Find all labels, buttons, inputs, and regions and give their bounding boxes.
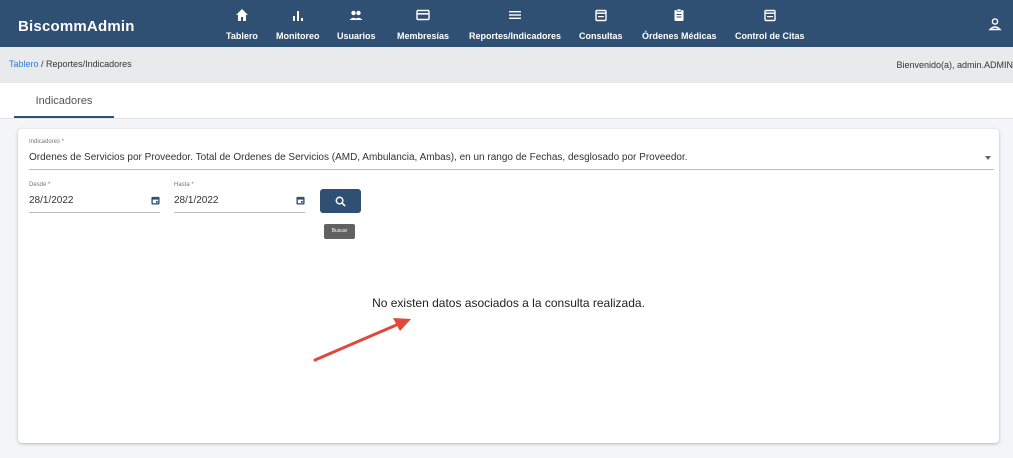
nav-item-monitoreo[interactable]: Monitoreo: [276, 3, 320, 45]
report-card: Indicadores * Órdenes de Servicios por P…: [18, 129, 999, 443]
nav-item-tablero[interactable]: Tablero: [226, 3, 258, 45]
search-tooltip: Buscar: [324, 224, 355, 239]
nav-label: Usuarios: [337, 31, 376, 41]
breadcrumb-separator: /: [38, 59, 47, 69]
breadcrumb-current: Reportes/Indicadores: [46, 59, 132, 69]
hasta-date-field[interactable]: 28/1/2022: [174, 195, 305, 213]
nav-label: Consultas: [579, 31, 623, 41]
indicator-select[interactable]: Órdenes de Servicios por Proveedor. Tota…: [29, 152, 994, 170]
indicator-label: Indicadores *: [29, 139, 65, 145]
home-icon: [235, 9, 248, 21]
nav-label: Control de Citas: [735, 31, 805, 41]
tab-bar: Indicadores: [0, 83, 1013, 119]
nav-item-consultas[interactable]: Consultas: [579, 3, 623, 45]
calendar-icon[interactable]: [151, 196, 160, 205]
top-navbar: BiscommAdmin Tablero Monitoreo Usuarios …: [0, 0, 1013, 47]
calendar-icon: [764, 9, 776, 22]
nav-item-membresias[interactable]: Membresías: [397, 3, 449, 45]
breadcrumb-bar: Tablero / Reportes/Indicadores Bienvenid…: [0, 47, 1013, 84]
app-brand[interactable]: BiscommAdmin: [18, 18, 135, 35]
search-icon: [335, 196, 346, 207]
nav-label: Membresías: [397, 31, 450, 41]
hasta-value: 28/1/2022: [174, 195, 219, 206]
user-icon[interactable]: [988, 17, 1002, 31]
bar-chart-icon: [292, 11, 303, 21]
desde-value: 28/1/2022: [29, 195, 74, 206]
tab-indicadores[interactable]: Indicadores: [14, 83, 114, 118]
desde-date-field[interactable]: 28/1/2022: [29, 195, 160, 213]
users-icon: [349, 10, 363, 20]
nav-label: Reportes/Indicadores: [469, 31, 562, 41]
card-icon: [416, 9, 430, 21]
no-data-message: No existen datos asociados a la consulta…: [372, 296, 645, 310]
desde-label: Desde *: [29, 182, 51, 188]
nav-item-usuarios[interactable]: Usuarios: [337, 3, 376, 45]
calendar-icon: [595, 9, 607, 22]
dropdown-arrow-icon[interactable]: [985, 156, 991, 160]
nav-label: Monitoreo: [276, 31, 320, 41]
list-icon: [509, 11, 522, 19]
nav-item-control-citas[interactable]: Control de Citas: [735, 3, 805, 45]
breadcrumb-link-tablero[interactable]: Tablero: [9, 59, 39, 69]
search-button[interactable]: [320, 189, 361, 213]
hasta-label: Hasta *: [174, 182, 194, 188]
breadcrumb: Tablero / Reportes/Indicadores: [9, 59, 132, 69]
annotation-arrow-icon: [313, 318, 411, 362]
clipboard-icon: [674, 8, 684, 21]
nav-item-reportes[interactable]: Reportes/Indicadores: [469, 3, 561, 45]
calendar-icon[interactable]: [296, 196, 305, 205]
welcome-text: Bienvenido(a), admin.ADMIN: [896, 60, 1013, 70]
nav-label: Tablero: [226, 31, 258, 41]
nav-label: Órdenes Médicas: [642, 31, 717, 41]
nav-item-ordenes-medicas[interactable]: Órdenes Médicas: [642, 3, 717, 45]
